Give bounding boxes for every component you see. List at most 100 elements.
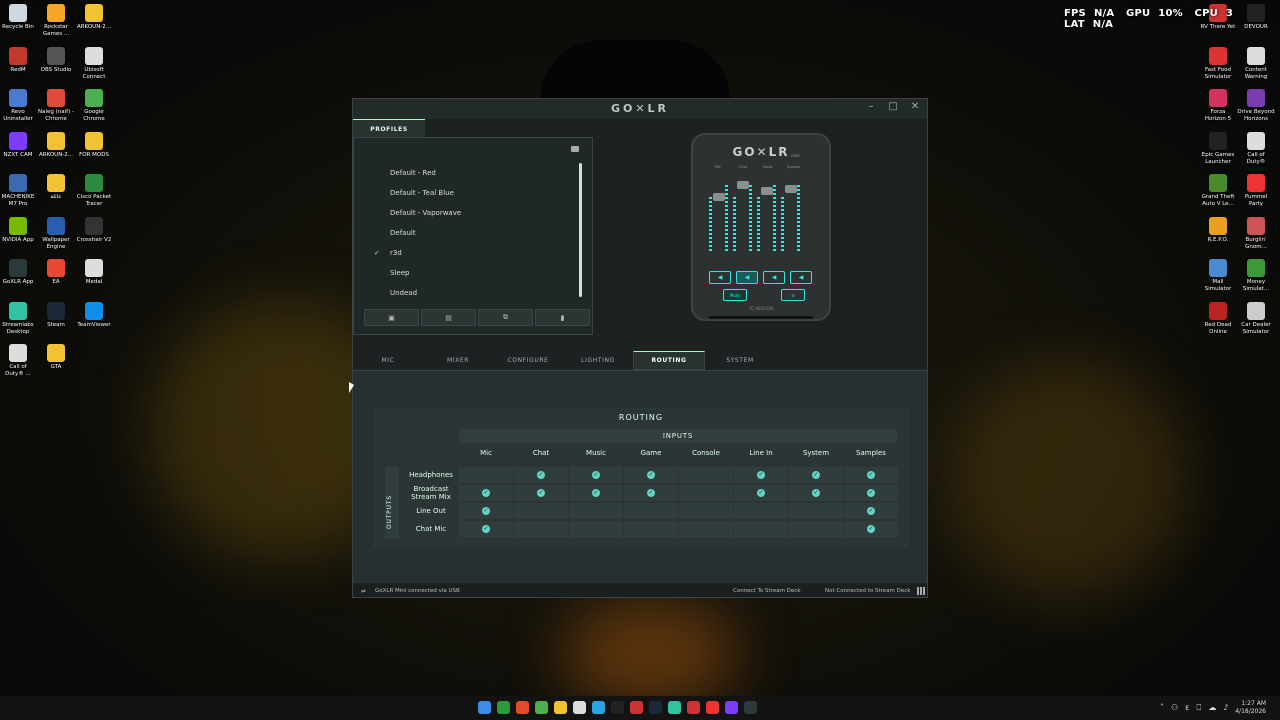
desktop_left-6[interactable]: Revo Uninstaller <box>0 89 38 123</box>
desktop_left-19[interactable]: EA <box>36 259 76 286</box>
tray-icon[interactable]: ☁ <box>1208 703 1216 713</box>
desktop_right-3[interactable]: Content Warning <box>1236 46 1276 81</box>
routing-cell[interactable]: ✓ <box>844 467 898 483</box>
tab-routing[interactable]: ROUTING <box>633 351 705 370</box>
device-sampler-button[interactable]: ☰ <box>781 289 805 301</box>
desktop_left-16[interactable]: Wallpaper Engine <box>36 216 76 251</box>
desktop_left-18[interactable]: GoXLR App <box>0 259 38 286</box>
copy-profile-button[interactable]: ⧉ <box>478 309 533 326</box>
taskbar-app-icon[interactable] <box>535 701 548 714</box>
routing-cell[interactable] <box>734 521 788 537</box>
routing-cell[interactable] <box>569 503 623 519</box>
desktop_left-23[interactable]: TeamViewer <box>74 301 114 329</box>
routing-cell[interactable] <box>679 485 733 501</box>
routing-cell[interactable]: ✓ <box>844 485 898 501</box>
desktop_right-7[interactable]: Call of Duty® <box>1236 131 1276 166</box>
taskbar-app-icon[interactable] <box>706 701 719 714</box>
routing-cell[interactable]: ✓ <box>459 485 513 501</box>
routing-cell[interactable] <box>679 521 733 537</box>
routing-cell[interactable] <box>624 503 678 519</box>
routing-cell[interactable] <box>789 503 843 519</box>
profile-item[interactable]: Sleep <box>364 263 569 283</box>
grid-icon[interactable] <box>917 587 925 595</box>
tray-icon[interactable]: ˄ <box>1160 703 1164 713</box>
tray-icon[interactable]: ε <box>1185 703 1189 713</box>
tab-mixer[interactable]: MIXER <box>423 351 493 370</box>
routing-cell[interactable]: ✓ <box>734 467 788 483</box>
routing-cell[interactable] <box>514 503 568 519</box>
routing-cell[interactable] <box>734 503 788 519</box>
desktop_right-13[interactable]: Money Simulat... <box>1236 259 1276 293</box>
routing-cell[interactable] <box>789 521 843 537</box>
profile-item[interactable]: Default - Vaporwave <box>364 203 569 223</box>
routing-cell[interactable] <box>679 503 733 519</box>
desktop_left-24[interactable]: Call of Duty® ... <box>0 344 38 378</box>
desktop_right-6[interactable]: Epic Games Launcher <box>1198 131 1238 166</box>
tab-configure[interactable]: CONFIGURE <box>493 351 563 370</box>
routing-cell[interactable]: ✓ <box>789 467 843 483</box>
desktop_left-5[interactable]: Ubisoft Connect <box>74 46 114 81</box>
tray-icon[interactable]: ⚇ <box>1171 703 1178 713</box>
load-profile-button[interactable]: ▤ <box>421 309 476 326</box>
routing-cell[interactable] <box>679 467 733 483</box>
taskbar-app-icon[interactable] <box>554 701 567 714</box>
desktop_left-4[interactable]: OBS Studio <box>36 46 76 74</box>
desktop_right-10[interactable]: R.E.P.O. <box>1198 216 1238 244</box>
tab-mic[interactable]: MIC <box>353 351 423 370</box>
desktop_left-10[interactable]: ARKOUN-2... <box>36 131 76 159</box>
desktop_right-2[interactable]: Fast Food Simulator <box>1198 46 1238 81</box>
routing-cell[interactable] <box>624 521 678 537</box>
desktop_left-2[interactable]: ARKOUN-2... <box>74 4 114 31</box>
taskbar-app-icon[interactable] <box>592 701 605 714</box>
routing-cell[interactable] <box>569 521 623 537</box>
taskbar-app-icon[interactable] <box>668 701 681 714</box>
desktop_left-0[interactable]: Recycle Bin <box>0 4 38 31</box>
device-mute-1-icon[interactable]: ◀ <box>709 271 731 284</box>
taskbar-app-icon[interactable] <box>497 701 510 714</box>
desktop_right-14[interactable]: Red Dead Online <box>1198 301 1238 336</box>
save-profile-button[interactable]: ▣ <box>364 309 419 326</box>
desktop_left-21[interactable]: Streamlabs Desktop <box>0 301 38 336</box>
desktop_left-11[interactable]: FOR MODS <box>74 131 114 159</box>
routing-cell[interactable]: ✓ <box>624 467 678 483</box>
routing-cell[interactable] <box>459 467 513 483</box>
routing-cell[interactable]: ✓ <box>624 485 678 501</box>
desktop_left-3[interactable]: RedM <box>0 46 38 74</box>
tray-icon[interactable]: ♪ <box>1223 703 1228 713</box>
desktop_left-1[interactable]: Rockstar Games ... <box>36 4 76 38</box>
tab-lighting[interactable]: LIGHTING <box>563 351 633 370</box>
delete-profile-button[interactable]: ▮ <box>535 309 590 326</box>
taskbar-app-icon[interactable] <box>516 701 529 714</box>
taskbar-app-icon[interactable] <box>573 701 586 714</box>
device-mute-4-icon[interactable]: ◀ <box>790 271 812 284</box>
desktop_right-8[interactable]: Grand Theft Auto V Le... <box>1198 174 1238 208</box>
routing-cell[interactable] <box>514 521 568 537</box>
desktop_right-12[interactable]: Mall Simulator <box>1198 259 1238 293</box>
profile-item[interactable]: Default <box>364 223 569 243</box>
desktop_right-9[interactable]: Pummel Party <box>1236 174 1276 208</box>
routing-cell[interactable]: ✓ <box>789 485 843 501</box>
desktop_left-20[interactable]: Medal <box>74 259 114 286</box>
clock[interactable]: 1:27 AM 4/18/2026 <box>1235 700 1266 716</box>
desktop_right-5[interactable]: Drive Beyond Horizons <box>1236 89 1276 123</box>
routing-cell[interactable]: ✓ <box>569 485 623 501</box>
profile-item[interactable]: Default - Red <box>364 163 569 183</box>
profile-scrollbar[interactable] <box>579 163 582 297</box>
profiles-tab[interactable]: PROFILES <box>353 119 425 138</box>
profile-item[interactable]: Undead <box>364 283 569 303</box>
desktop_right-4[interactable]: Forza Horizon 5 <box>1198 89 1238 123</box>
taskbar-app-icon[interactable] <box>611 701 624 714</box>
desktop_left-13[interactable]: عائلة <box>36 174 76 201</box>
desktop_right-15[interactable]: Car Dealer Simulator <box>1236 301 1276 336</box>
desktop_left-17[interactable]: Crosshair V2 <box>74 216 114 244</box>
desktop_left-22[interactable]: Steam <box>36 301 76 329</box>
desktop_left-14[interactable]: Cisco Packet Tracer <box>74 174 114 208</box>
taskbar-app-icon[interactable] <box>744 701 757 714</box>
taskbar-app-icon[interactable] <box>649 701 662 714</box>
camera-icon[interactable] <box>571 146 579 152</box>
tray-icon[interactable]: ⎕ <box>1197 703 1202 713</box>
routing-cell[interactable]: ✓ <box>514 467 568 483</box>
taskbar-app-icon[interactable] <box>687 701 700 714</box>
routing-cell[interactable]: ✓ <box>734 485 788 501</box>
taskbar-app-icon[interactable] <box>725 701 738 714</box>
